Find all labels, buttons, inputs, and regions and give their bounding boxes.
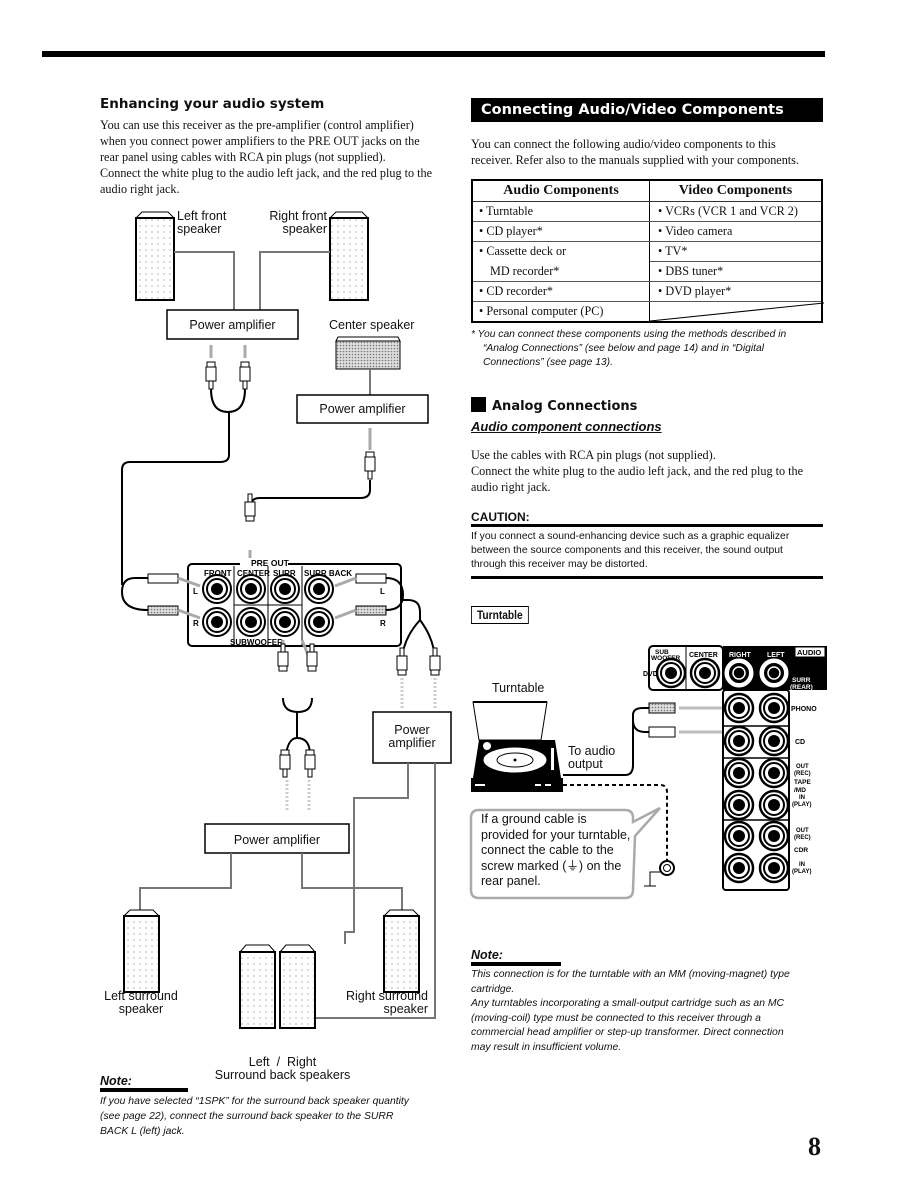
left-front-speaker-icon: [134, 211, 176, 301]
caution-top-rule: [471, 524, 823, 527]
svg-text:SURR: SURR: [792, 677, 811, 684]
svg-text:L: L: [193, 587, 198, 596]
paragraph-line: rear panel using cables with RCA pin plu…: [100, 150, 386, 164]
turntable-tag: Turntable: [471, 606, 529, 624]
video-cell-empty: [649, 301, 824, 322]
audio-cell: • CD recorder*: [471, 281, 650, 302]
paragraph-line: audio right jack.: [100, 182, 180, 196]
left-front-speaker-label: Left front speaker: [177, 209, 227, 236]
intro-paragraph: You can connect the following audio/vide…: [471, 137, 799, 167]
svg-text:SUBWOOFER: SUBWOOFER: [230, 638, 283, 647]
svg-text:OUT: OUT: [796, 764, 809, 770]
turntable-label: Turntable: [492, 681, 545, 695]
svg-text:(REC): (REC): [794, 771, 811, 777]
analog-connections-heading: Analog Connections: [471, 397, 637, 414]
video-cell: • DBS tuner*: [649, 261, 823, 282]
audio-cell: • CD player*: [471, 221, 650, 242]
caution-bottom-rule: [471, 576, 823, 579]
svg-text:OUT: OUT: [796, 828, 809, 834]
right-note-text: This connection is for the turntable wit…: [471, 969, 790, 1053]
to-audio-output-label: To audio output: [568, 744, 616, 771]
svg-text:CD: CD: [795, 739, 805, 746]
left-surround-speaker-icon: [122, 909, 161, 993]
front-power-amplifier-label: Power amplifier: [189, 318, 276, 332]
caution-text: If you connect a sound-enhancing device …: [471, 531, 790, 570]
surround-power-amplifier-label: Power amplifier: [233, 833, 321, 847]
surround-back-speakers-label: Left / Right Surround back speakers: [214, 1055, 351, 1082]
svg-text:IN: IN: [799, 795, 805, 801]
left-note-text: If you have selected “1SPK” for the surr…: [100, 1096, 410, 1137]
left-surround-speaker-label: Left surround speaker: [104, 989, 178, 1016]
audio-component-connections-subheading: Audio component connections: [471, 419, 662, 434]
video-cell: • DVD player*: [649, 281, 823, 302]
center-speaker-label: Center speaker: [329, 318, 415, 332]
caution-title: CAUTION:: [471, 510, 530, 524]
audio-cell: • Turntable: [471, 201, 650, 222]
table-row: • CD player* • Video camera: [471, 221, 823, 242]
svg-text:R: R: [193, 619, 199, 628]
components-table: Audio Components Video Components • Turn…: [471, 179, 824, 323]
surround-back-speakers-icon: [238, 944, 317, 1029]
top-rule: [42, 51, 825, 57]
svg-text:(REC): (REC): [794, 835, 811, 841]
svg-text:LEFT: LEFT: [767, 652, 785, 659]
video-cell: • Video camera: [649, 221, 823, 242]
center-power-amplifier-label: Power amplifier: [319, 402, 406, 416]
table-row: MD recorder* • DBS tuner*: [471, 261, 823, 282]
svg-text:PRE OUT: PRE OUT: [251, 558, 290, 568]
audio-cell: MD recorder*: [471, 261, 650, 282]
center-speaker-icon: [335, 336, 401, 370]
analog-paragraph: Use the cables with RCA pin plugs (not s…: [471, 448, 804, 494]
right-note-title: Note:: [471, 948, 503, 962]
table-header-row: Audio Components Video Components: [471, 179, 823, 202]
paragraph-line: when you connect power amplifiers to the…: [100, 134, 420, 148]
enhancing-paragraph: You can use this receiver as the pre-amp…: [100, 117, 460, 197]
right-surround-speaker-icon: [382, 909, 421, 993]
svg-text:IN: IN: [799, 862, 805, 868]
right-surround-speaker-label: Right surround speaker: [346, 989, 428, 1016]
square-bullet-icon: [471, 397, 486, 412]
table-row: • Personal computer (PC): [471, 301, 824, 322]
page-number: 8: [808, 1132, 821, 1161]
paragraph-line: You can use this receiver as the pre-amp…: [100, 118, 414, 132]
svg-text:(PLAY): (PLAY): [792, 869, 811, 875]
svg-text:DVD: DVD: [643, 671, 658, 678]
audio-cell: • Cassette deck or: [471, 241, 650, 262]
section-heading-enhancing: Enhancing your audio system: [100, 96, 325, 112]
right-front-speaker-label: Right front speaker: [269, 209, 327, 236]
surr-back-power-amplifier-label: Power amplifier: [388, 723, 436, 750]
svg-text:(PLAY): (PLAY): [792, 802, 811, 808]
right-note-rule: [471, 962, 561, 966]
section-banner-connecting: Connecting Audio/Video Components: [471, 98, 823, 122]
video-cell: • TV*: [649, 241, 823, 262]
svg-text:PHONO: PHONO: [791, 706, 817, 713]
svg-text:L: L: [380, 587, 385, 596]
pre-out-panel: PRE OUT FRONT CENTER SURR SURR BACK L R …: [187, 558, 402, 647]
left-note-title: Note:: [100, 1074, 132, 1088]
table-row: • Cassette deck or • TV*: [471, 241, 823, 262]
header-video-components: Video Components: [649, 179, 823, 202]
audio-cell: • Personal computer (PC): [471, 301, 650, 322]
table-row: • CD recorder* • DVD player*: [471, 281, 823, 302]
svg-text:TAPE: TAPE: [794, 779, 812, 786]
ground-cable-callout-text: If a ground cable is provided for your t…: [481, 812, 631, 888]
svg-text:CDR: CDR: [794, 847, 808, 854]
svg-text:AUDIO: AUDIO: [797, 648, 821, 657]
table-row: • Turntable • VCRs (VCR 1 and VCR 2): [471, 201, 823, 222]
receiver-rear-panel: AUDIO SUB WOOFER CENTER RIGHT LEFT DVD S…: [643, 645, 827, 891]
svg-text:/MD: /MD: [794, 787, 806, 794]
paragraph-line: Connect the white plug to the audio left…: [100, 166, 433, 180]
svg-text:(REAR): (REAR): [790, 684, 813, 691]
left-note-rule: [100, 1088, 188, 1092]
right-front-speaker-icon: [328, 211, 370, 301]
svg-text:RIGHT: RIGHT: [729, 652, 752, 659]
header-audio-components: Audio Components: [471, 179, 650, 202]
turntable-icon: [471, 701, 563, 792]
components-footnote: * You can connect these components using…: [471, 329, 787, 368]
svg-text:R: R: [380, 619, 386, 628]
video-cell: • VCRs (VCR 1 and VCR 2): [649, 201, 823, 222]
